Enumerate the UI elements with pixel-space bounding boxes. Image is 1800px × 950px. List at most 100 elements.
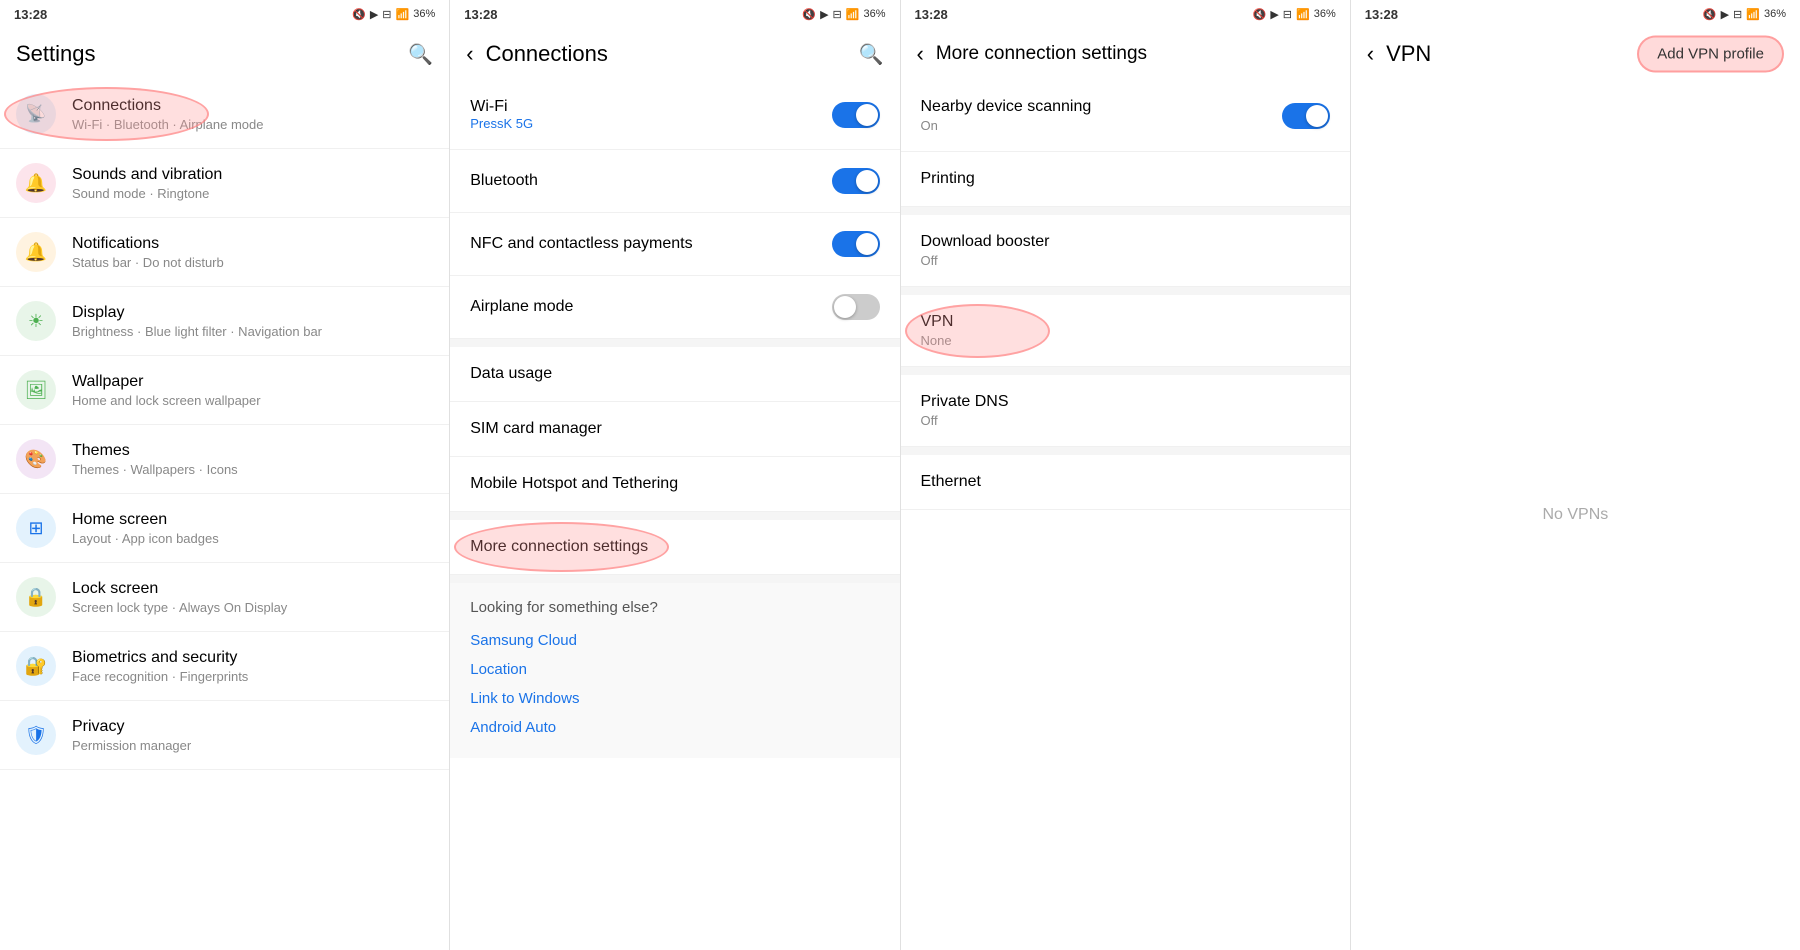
wallpaper-title: Wallpaper	[72, 373, 433, 391]
display-subtitle: Brightness · Blue light filter · Navigat…	[72, 324, 433, 339]
notifications-title: Notifications	[72, 235, 433, 253]
display-icon: ☀	[16, 301, 56, 341]
section-divider-3	[450, 575, 899, 583]
lockscreen-text: Lock screen Screen lock type · Always On…	[72, 580, 433, 615]
biometrics-icon: 🔐	[16, 646, 56, 686]
panel-more-connections: 13:28 🔇 ▶ ⊟ 📶 36% ‹ More connection sett…	[901, 0, 1351, 950]
printing-item[interactable]: Printing	[901, 152, 1350, 207]
ethernet-item[interactable]: Ethernet	[901, 455, 1350, 510]
add-vpn-wrapper: Add VPN profile	[1637, 36, 1784, 73]
datausage-item[interactable]: Data usage	[450, 347, 899, 402]
section-divider-2	[450, 512, 899, 520]
add-vpn-button[interactable]: Add VPN profile	[1637, 36, 1784, 73]
wifi-toggle[interactable]	[832, 102, 880, 128]
bluetooth-label: Bluetooth	[470, 172, 831, 190]
connections-list: Wi-Fi PressK 5G Bluetooth NFC and contac…	[450, 80, 899, 950]
nfc-toggle[interactable]	[832, 231, 880, 257]
status-bar-1: 13:28 🔇 ▶ ⊟ 📶 36%	[0, 0, 449, 28]
nearbydevice-subtitle: On	[921, 118, 1282, 133]
ethernet-title: Ethernet	[921, 473, 1330, 491]
themes-icon: 🎨	[16, 439, 56, 479]
privacy-icon: 🛡	[16, 715, 56, 755]
nfc-item[interactable]: NFC and contactless payments	[450, 213, 899, 276]
back-button-3[interactable]: ‹	[917, 41, 924, 67]
notifications-subtitle: Status bar · Do not disturb	[72, 255, 433, 270]
status-bar-3: 13:28 🔇 ▶ ⊟ 📶 36%	[901, 0, 1350, 28]
notifications-icon: 🔔	[16, 232, 56, 272]
airplane-toggle[interactable]	[832, 294, 880, 320]
wallpaper-text: Wallpaper Home and lock screen wallpaper	[72, 373, 433, 408]
hotspot-item[interactable]: Mobile Hotspot and Tethering	[450, 457, 899, 512]
settings-item-notifications[interactable]: 🔔 Notifications Status bar · Do not dist…	[0, 218, 449, 287]
bluetooth-toggle[interactable]	[832, 168, 880, 194]
downloadbooster-item[interactable]: Download booster Off	[901, 215, 1350, 287]
settings-item-homescreen[interactable]: ⊞ Home screen Layout · App icon badges	[0, 494, 449, 563]
section-divider-1	[450, 339, 899, 347]
wifi-label: Wi-Fi	[470, 98, 831, 116]
wifi-sublabel: PressK 5G	[470, 116, 831, 131]
samsungcloud-link[interactable]: Samsung Cloud	[470, 626, 879, 655]
sounds-icon: 🔔	[16, 163, 56, 203]
privatedns-title: Private DNS	[921, 393, 1330, 411]
privacy-text: Privacy Permission manager	[72, 718, 433, 753]
back-button-4[interactable]: ‹	[1367, 41, 1374, 67]
settings-item-wallpaper[interactable]: 🖼 Wallpaper Home and lock screen wallpap…	[0, 356, 449, 425]
nearbydevice-toggle[interactable]	[1282, 103, 1330, 129]
status-icons-3: 🔇 ▶ ⊟ 📶 36%	[1253, 8, 1336, 21]
back-button-2[interactable]: ‹	[466, 41, 473, 67]
section-divider-mcs1	[901, 207, 1350, 215]
printing-title: Printing	[921, 170, 1330, 188]
settings-item-themes[interactable]: 🎨 Themes Themes · Wallpapers · Icons	[0, 425, 449, 494]
notifications-text: Notifications Status bar · Do not distur…	[72, 235, 433, 270]
vpn-empty-label: No VPNs	[1542, 506, 1608, 524]
vpn-empty-state: No VPNs	[1351, 80, 1800, 950]
privacy-title: Privacy	[72, 718, 433, 736]
looking-title: Looking for something else?	[470, 599, 879, 616]
vpn-item-subtitle: None	[921, 333, 1330, 348]
homescreen-subtitle: Layout · App icon badges	[72, 531, 433, 546]
hotspot-label: Mobile Hotspot and Tethering	[470, 475, 879, 493]
section-divider-mcs4	[901, 447, 1350, 455]
nearbydevice-text: Nearby device scanning On	[921, 98, 1282, 133]
status-icons-4: 🔇 ▶ ⊟ 📶 36%	[1703, 8, 1786, 21]
settings-item-biometrics[interactable]: 🔐 Biometrics and security Face recogniti…	[0, 632, 449, 701]
search-icon-2[interactable]: 🔍	[859, 42, 884, 67]
settings-item-lockscreen[interactable]: 🔒 Lock screen Screen lock type · Always …	[0, 563, 449, 632]
simcard-label: SIM card manager	[470, 420, 879, 438]
search-icon-1[interactable]: 🔍	[408, 42, 433, 67]
bluetooth-item[interactable]: Bluetooth	[450, 150, 899, 213]
airplane-label: Airplane mode	[470, 298, 831, 316]
homescreen-icon: ⊞	[16, 508, 56, 548]
time-1: 13:28	[14, 7, 47, 22]
connections-icon: 📡	[16, 94, 56, 134]
settings-item-privacy[interactable]: 🛡 Privacy Permission manager	[0, 701, 449, 770]
vpn-item[interactable]: VPN None	[901, 295, 1350, 367]
downloadbooster-text: Download booster Off	[921, 233, 1330, 268]
settings-item-sounds[interactable]: 🔔 Sounds and vibration Sound mode · Ring…	[0, 149, 449, 218]
panel-settings: 13:28 🔇 ▶ ⊟ 📶 36% Settings 🔍 📡 Connectio…	[0, 0, 450, 950]
status-bar-4: 13:28 🔇 ▶ ⊟ 📶 36%	[1351, 0, 1800, 28]
privatedns-subtitle: Off	[921, 413, 1330, 428]
moreconn-label: More connection settings	[470, 538, 879, 556]
moreconn-page-title: More connection settings	[936, 43, 1334, 65]
simcard-item[interactable]: SIM card manager	[450, 402, 899, 457]
wifi-item[interactable]: Wi-Fi PressK 5G	[450, 80, 899, 150]
lockscreen-icon: 🔒	[16, 577, 56, 617]
settings-item-connections[interactable]: 📡 Connections Wi-Fi · Bluetooth · Airpla…	[0, 80, 449, 149]
moreconn-item[interactable]: More connection settings	[450, 520, 899, 575]
moreconn-list: Nearby device scanning On Printing Downl…	[901, 80, 1350, 950]
linktowindows-link[interactable]: Link to Windows	[470, 684, 879, 713]
privatedns-item[interactable]: Private DNS Off	[901, 375, 1350, 447]
sounds-subtitle: Sound mode · Ringtone	[72, 186, 433, 201]
nearbydevice-item[interactable]: Nearby device scanning On	[901, 80, 1350, 152]
androidauto-link[interactable]: Android Auto	[470, 713, 879, 742]
themes-title: Themes	[72, 442, 433, 460]
settings-item-display[interactable]: ☀ Display Brightness · Blue light filter…	[0, 287, 449, 356]
airplane-item[interactable]: Airplane mode	[450, 276, 899, 339]
printing-text: Printing	[921, 170, 1330, 188]
location-link[interactable]: Location	[470, 655, 879, 684]
vpn-item-title: VPN	[921, 313, 1330, 331]
connections-title: Connections	[72, 97, 433, 115]
biometrics-subtitle: Face recognition · Fingerprints	[72, 669, 433, 684]
nearbydevice-title: Nearby device scanning	[921, 98, 1282, 116]
